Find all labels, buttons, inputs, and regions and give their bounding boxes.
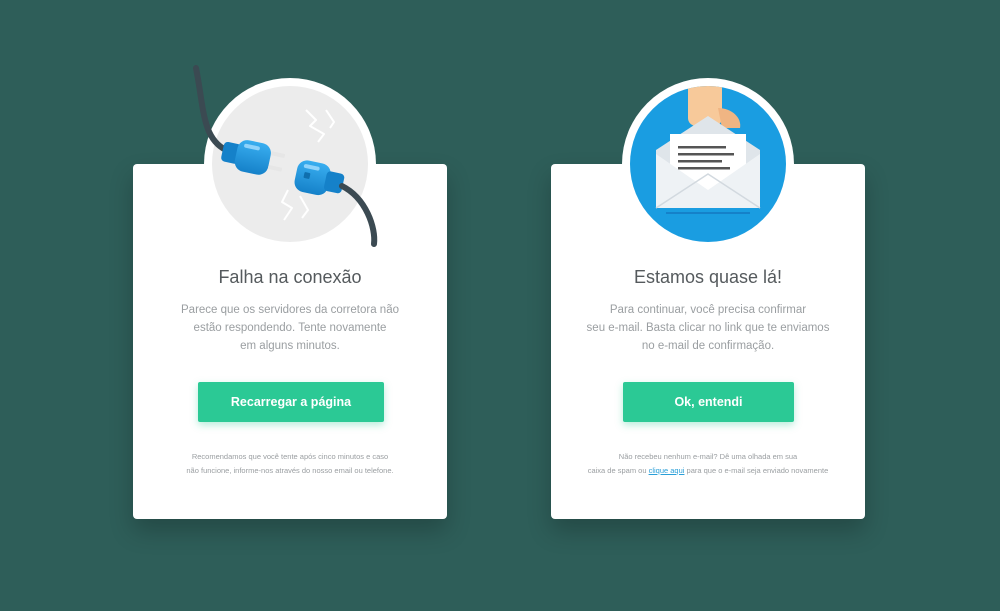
connection-error-description: Parece que os servidores da corretora nã… xyxy=(133,301,447,355)
description-line: Para continuar, você precisa confirmar xyxy=(609,304,807,316)
email-confirmation-badge xyxy=(622,78,794,250)
ok-understood-button[interactable]: Ok, entendi xyxy=(623,382,794,422)
description-line: Parece que os servidores da corretora nã… xyxy=(181,304,399,316)
connection-error-badge xyxy=(193,65,378,250)
envelope-letter-icon xyxy=(630,86,786,242)
footer-line: Recomendamos que você tente após cinco m… xyxy=(191,452,389,461)
description-line: em alguns minutos. xyxy=(240,340,340,352)
connection-error-footer: Recomendamos que você tente após cinco m… xyxy=(133,450,447,477)
footer-line: Não recebeu nenhum e-mail? Dê uma olhada… xyxy=(618,452,798,461)
footer-text: para que o e-mail seja enviado novamente xyxy=(684,465,829,475)
description-line: seu e-mail. Basta clicar no link que te … xyxy=(586,322,830,334)
unplugged-cable-icon xyxy=(193,65,378,247)
reload-page-button[interactable]: Recarregar a página xyxy=(198,382,384,422)
description-line: no e-mail de confirmação. xyxy=(641,340,775,352)
footer-line: caixa de spam ou clique aqui para que o … xyxy=(551,464,865,478)
email-confirmation-description: Para continuar, você precisa confirmar s… xyxy=(551,301,865,355)
resend-email-link[interactable]: clique aqui xyxy=(649,466,685,475)
connection-error-title: Falha na conexão xyxy=(218,267,362,287)
description-line: estão respondendo. Tente novamente xyxy=(193,322,387,334)
footer-line: não funcione, informe-nos através do nos… xyxy=(186,465,394,475)
email-confirmation-title: Estamos quase lá! xyxy=(633,267,783,287)
footer-text: caixa de spam ou xyxy=(587,465,649,475)
email-confirmation-footer: Não recebeu nenhum e-mail? Dê uma olhada… xyxy=(551,450,865,477)
